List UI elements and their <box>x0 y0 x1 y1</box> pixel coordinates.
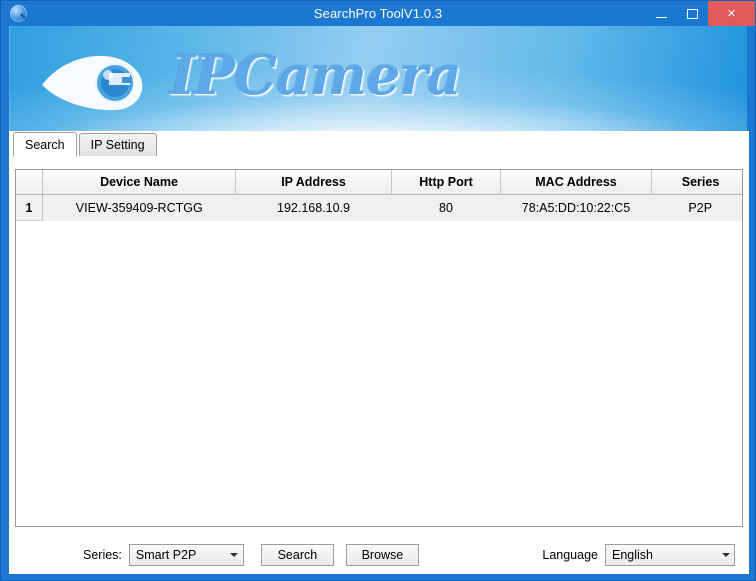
cell-series: P2P <box>651 194 742 221</box>
language-dropdown-value: English <box>612 547 653 562</box>
chevron-down-icon <box>717 552 734 557</box>
search-button[interactable]: Search <box>260 543 334 566</box>
maximize-icon <box>687 8 698 19</box>
column-header-ip-address[interactable]: IP Address <box>235 170 392 195</box>
title-bar: SearchPro ToolV1.0.3 × <box>1 1 755 26</box>
language-label: Language <box>542 547 598 562</box>
minimize-icon <box>656 16 667 18</box>
device-table[interactable]: Device Name IP Address Http Port MAC Add… <box>15 169 743 527</box>
table-row[interactable]: 1 VIEW-359409-RCTGG 192.168.10.9 80 78:A… <box>16 194 742 221</box>
maximize-button[interactable] <box>677 1 708 26</box>
minimize-button[interactable] <box>646 1 677 26</box>
cell-ip-address: 192.168.10.9 <box>235 194 392 221</box>
application-window: SearchPro ToolV1.0.3 × IPCamera Search I… <box>0 0 756 581</box>
series-dropdown-value: Smart P2P <box>135 547 197 562</box>
window-title: SearchPro ToolV1.0.3 <box>313 6 443 21</box>
series-dropdown[interactable]: Smart P2P <box>128 543 244 566</box>
cell-device-name: VIEW-359409-RCTGG <box>42 194 236 221</box>
browse-button[interactable]: Browse <box>345 543 419 566</box>
brand-title: IPCamera <box>170 43 462 107</box>
language-dropdown[interactable]: English <box>605 543 735 566</box>
window-controls: × <box>646 1 755 26</box>
column-header-rownum[interactable] <box>16 170 43 195</box>
eye-camera-logo-icon <box>42 55 143 111</box>
column-header-mac-address[interactable]: MAC Address <box>500 170 652 195</box>
app-banner: IPCamera <box>9 26 747 131</box>
tab-search[interactable]: Search <box>13 132 77 157</box>
main-panel: Search IP Setting Device Name IP Address… <box>9 131 749 574</box>
series-label: Series: <box>83 547 122 562</box>
column-header-series[interactable]: Series <box>651 170 742 195</box>
chevron-down-icon <box>226 552 243 557</box>
tab-ip-setting[interactable]: IP Setting <box>78 133 157 156</box>
table-header-row: Device Name IP Address Http Port MAC Add… <box>16 170 742 195</box>
cell-http-port: 80 <box>391 194 501 221</box>
bottom-toolbar: Series: Smart P2P Search Browse Language… <box>9 535 749 574</box>
app-magnifier-icon <box>10 5 27 22</box>
column-header-http-port[interactable]: Http Port <box>391 170 501 195</box>
cell-mac-address: 78:A5:DD:10:22:C5 <box>500 194 652 221</box>
column-header-device-name[interactable]: Device Name <box>42 170 236 195</box>
cell-rownum: 1 <box>16 194 43 221</box>
close-button[interactable]: × <box>708 1 755 26</box>
tab-bar: Search IP Setting <box>9 131 749 157</box>
